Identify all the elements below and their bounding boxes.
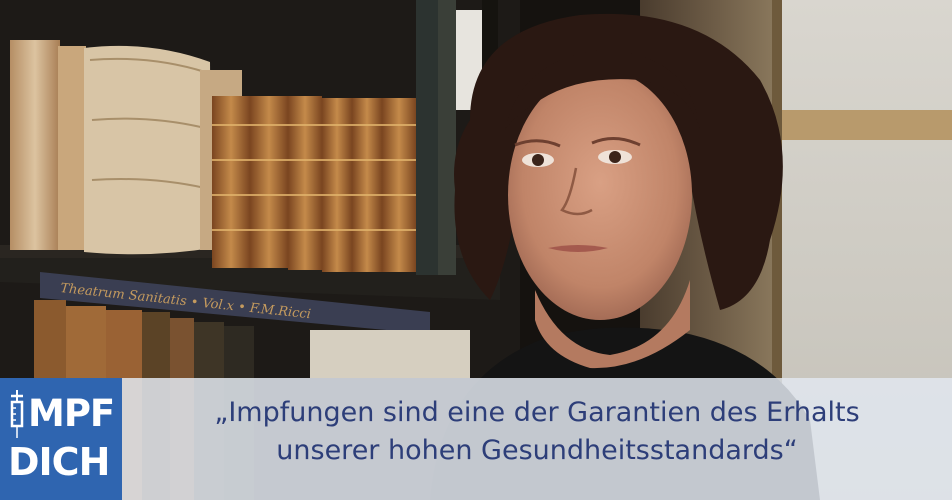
logo-text-mpf: MPF [28, 392, 115, 435]
syringe-icon [10, 390, 24, 438]
image-canvas: Theatrum Sanitatis • Vol.x • F.M.Ricci M… [0, 0, 952, 500]
quote-text: „Impfungen sind eine der Garantien des E… [122, 394, 952, 470]
quote-line-2: unserer hohen Gesundheitsstandards“ [276, 435, 798, 466]
impf-dich-logo: MPF DICH [0, 378, 122, 500]
logo-text-dich: DICH [8, 440, 110, 484]
quote-line-1: „Impfungen sind eine der Garantien des E… [214, 397, 860, 428]
